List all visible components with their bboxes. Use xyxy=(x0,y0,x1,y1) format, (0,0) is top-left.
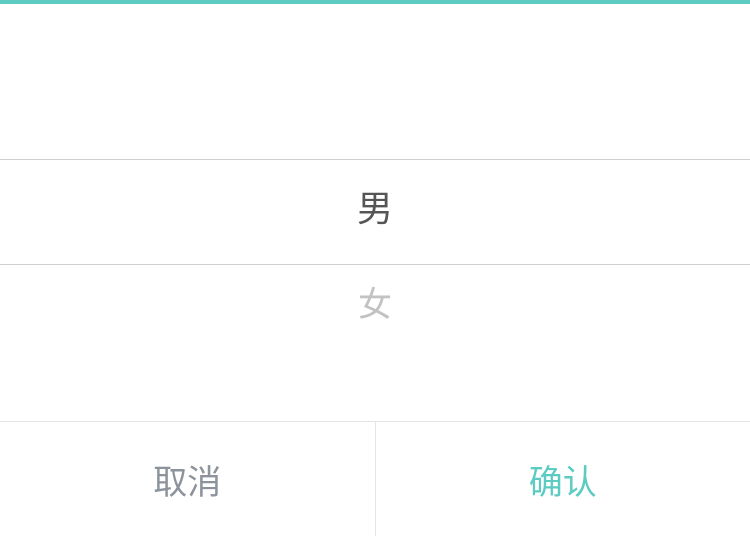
cancel-button[interactable]: 取消 xyxy=(0,422,376,536)
picker-wheel[interactable]: 男 女 xyxy=(0,4,750,421)
picker-footer: 取消 确认 xyxy=(0,421,750,536)
gender-picker: 男 女 取消 确认 xyxy=(0,0,750,536)
selection-indicator-bottom xyxy=(0,264,750,265)
selection-indicator-top xyxy=(0,159,750,160)
picker-option-male[interactable]: 男 xyxy=(0,192,750,228)
picker-option-female[interactable]: 女 xyxy=(0,288,750,322)
confirm-button[interactable]: 确认 xyxy=(376,422,750,536)
